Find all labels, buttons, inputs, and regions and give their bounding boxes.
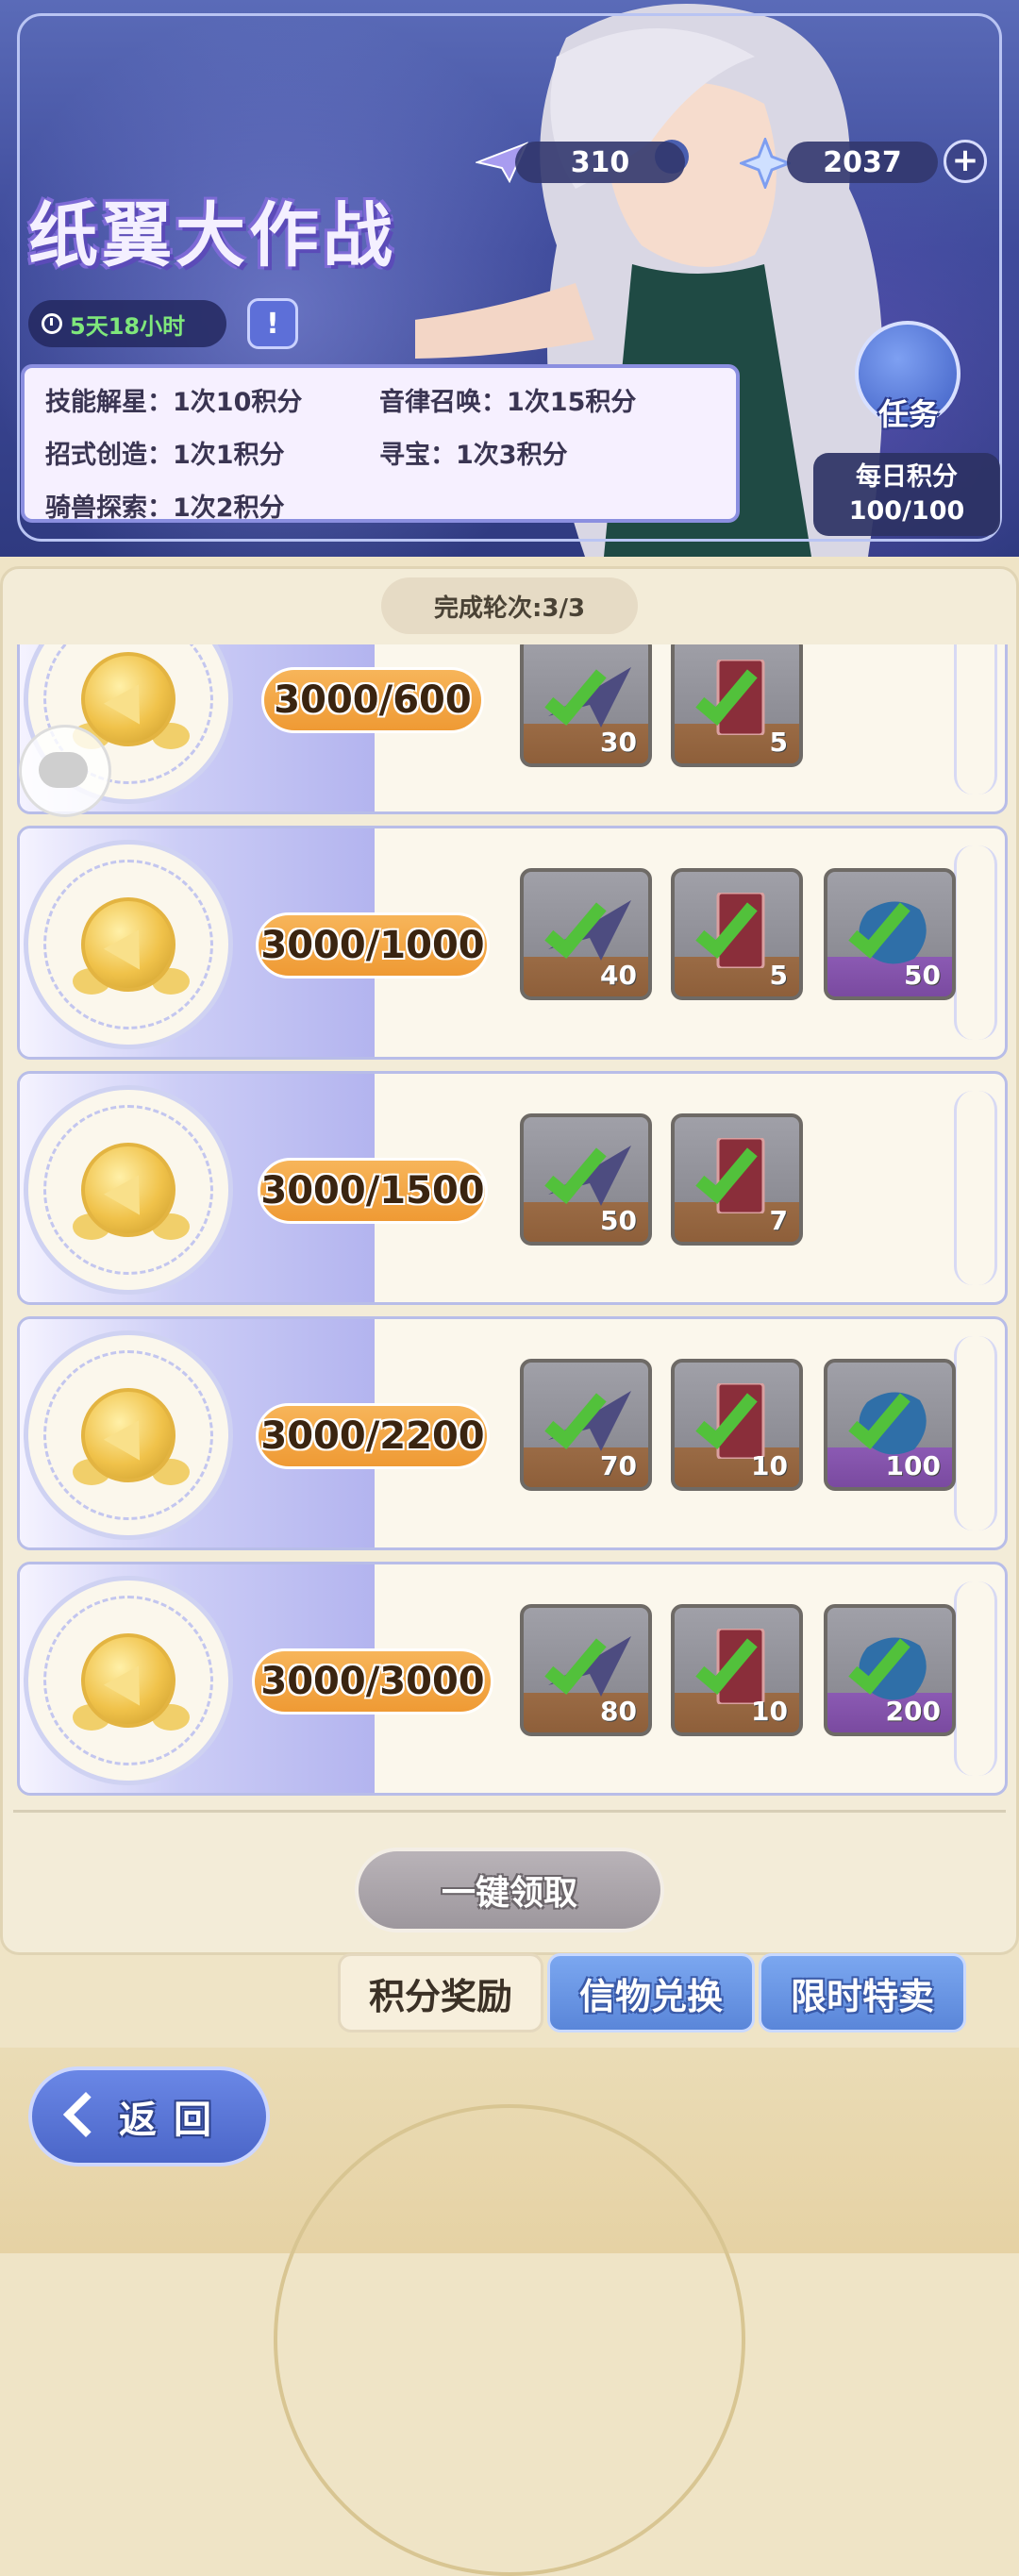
clock-icon: [42, 313, 62, 334]
tab-limited-sale[interactable]: 限时特卖: [759, 1953, 966, 2032]
reward-list[interactable]: 3000/600 30 5 3000/1000 40 5 50 3000/150…: [11, 644, 1011, 1798]
event-title: 纸翼大作战: [28, 195, 396, 276]
row-ornament: [954, 1336, 997, 1531]
add-currency-button[interactable]: +: [944, 140, 987, 183]
reward-row: 3000/1000 40 5 50: [17, 826, 1008, 1060]
daily-points-label: 每日积分: [856, 462, 958, 492]
reward-qty: 30: [600, 727, 637, 758]
reward-item[interactable]: 7: [671, 1113, 803, 1246]
reward-qty: 5: [769, 960, 788, 991]
reward-row: 3000/2200 70 10 100: [17, 1316, 1008, 1550]
reward-qty: 70: [600, 1450, 637, 1481]
reward-item[interactable]: 10: [671, 1359, 803, 1491]
reward-item[interactable]: 50: [520, 1113, 652, 1246]
claim-all-button[interactable]: 一键领取: [355, 1848, 664, 1932]
timer-text: 5天18小时: [70, 312, 186, 340]
rules-panel: 技能解星：1次10积分 音律召唤：1次15积分 招式创造：1次1积分 寻宝：1次…: [21, 364, 740, 523]
info-button[interactable]: !: [247, 298, 298, 349]
reward-item[interactable]: 50: [824, 868, 956, 1000]
daily-points: 每日积分 100/100: [813, 453, 1000, 536]
rounds-indicator: 完成轮次:3/3: [381, 577, 638, 634]
reward-qty: 40: [600, 960, 637, 991]
back-arrow-icon: [62, 2091, 109, 2138]
progress-pill: 3000/3000: [252, 1648, 493, 1715]
chat-button[interactable]: [19, 725, 111, 817]
reward-item[interactable]: 5: [671, 644, 803, 767]
reward-row: 3000/3000 80 10 200: [17, 1562, 1008, 1796]
reward-item[interactable]: 100: [824, 1359, 956, 1491]
reward-item[interactable]: 70: [520, 1359, 652, 1491]
reward-item[interactable]: 10: [671, 1604, 803, 1736]
back-label: 返回: [119, 2099, 228, 2142]
reward-qty: 7: [769, 1205, 788, 1236]
info-icon: !: [266, 307, 279, 341]
reward-item[interactable]: 5: [671, 868, 803, 1000]
gold-plane-medal-icon: [81, 1143, 175, 1237]
reward-item[interactable]: 200: [824, 1604, 956, 1736]
event-timer: 5天18小时: [28, 300, 226, 347]
gold-plane-medal-icon: [81, 1388, 175, 1482]
reward-row: 3000/1500 50 7: [17, 1071, 1008, 1305]
row-ornament: [954, 644, 997, 795]
reward-item[interactable]: 30: [520, 644, 652, 767]
star-currency: 2037: [787, 142, 938, 183]
reward-qty: 5: [769, 727, 788, 758]
gold-plane-medal-icon: [81, 1633, 175, 1728]
reward-qty: 10: [751, 1450, 788, 1481]
progress-pill: 3000/1000: [256, 912, 490, 979]
star-currency-value: 2037: [823, 145, 902, 179]
row-ornament: [954, 1581, 997, 1776]
reward-qty: 80: [600, 1696, 637, 1727]
star-gem-icon: [740, 138, 791, 189]
plane-currency: 310: [515, 142, 685, 183]
task-button[interactable]: 任务: [853, 321, 964, 443]
rule-skill-star: 技能解星：1次10积分: [45, 388, 303, 417]
gold-plane-medal-icon: [81, 897, 175, 992]
progress-pill: 3000/600: [261, 667, 484, 733]
tab-points-reward[interactable]: 积分奖励: [338, 1953, 543, 2032]
rule-rhythm-summon: 音律召唤：1次15积分: [379, 388, 637, 417]
reward-qty: 50: [904, 960, 941, 991]
bottom-ornament: [274, 2104, 745, 2576]
reward-qty: 200: [885, 1696, 941, 1727]
reward-qty: 100: [885, 1450, 941, 1481]
row-ornament: [954, 1091, 997, 1285]
rule-mount-explore: 骑兽探索：1次2积分: [45, 493, 285, 523]
gold-plane-medal-icon: [81, 652, 175, 746]
reward-qty: 10: [751, 1696, 788, 1727]
row-ornament: [954, 845, 997, 1040]
progress-pill: 3000/1500: [258, 1158, 488, 1224]
event-banner: 纸翼大作战 5天18小时 ! 技能解星：1次10积分 音律召唤：1次15积分 招…: [0, 0, 1019, 557]
reward-item[interactable]: 80: [520, 1604, 652, 1736]
list-divider: [13, 1810, 1006, 1813]
task-label: 任务: [877, 396, 939, 432]
plane-currency-value: 310: [570, 145, 630, 179]
rule-treasure-hunt: 寻宝：1次3积分: [379, 441, 568, 470]
reward-qty: 50: [600, 1205, 637, 1236]
reward-item[interactable]: 40: [520, 868, 652, 1000]
chat-icon: [39, 752, 88, 788]
back-button[interactable]: 返回: [28, 2066, 270, 2166]
tab-token-exchange[interactable]: 信物兑换: [547, 1953, 755, 2032]
reward-row: 3000/600 30 5: [17, 644, 1008, 814]
daily-points-value: 100/100: [848, 496, 965, 526]
progress-pill: 3000/2200: [256, 1403, 490, 1469]
rule-move-create: 招式创造：1次1积分: [45, 441, 285, 470]
